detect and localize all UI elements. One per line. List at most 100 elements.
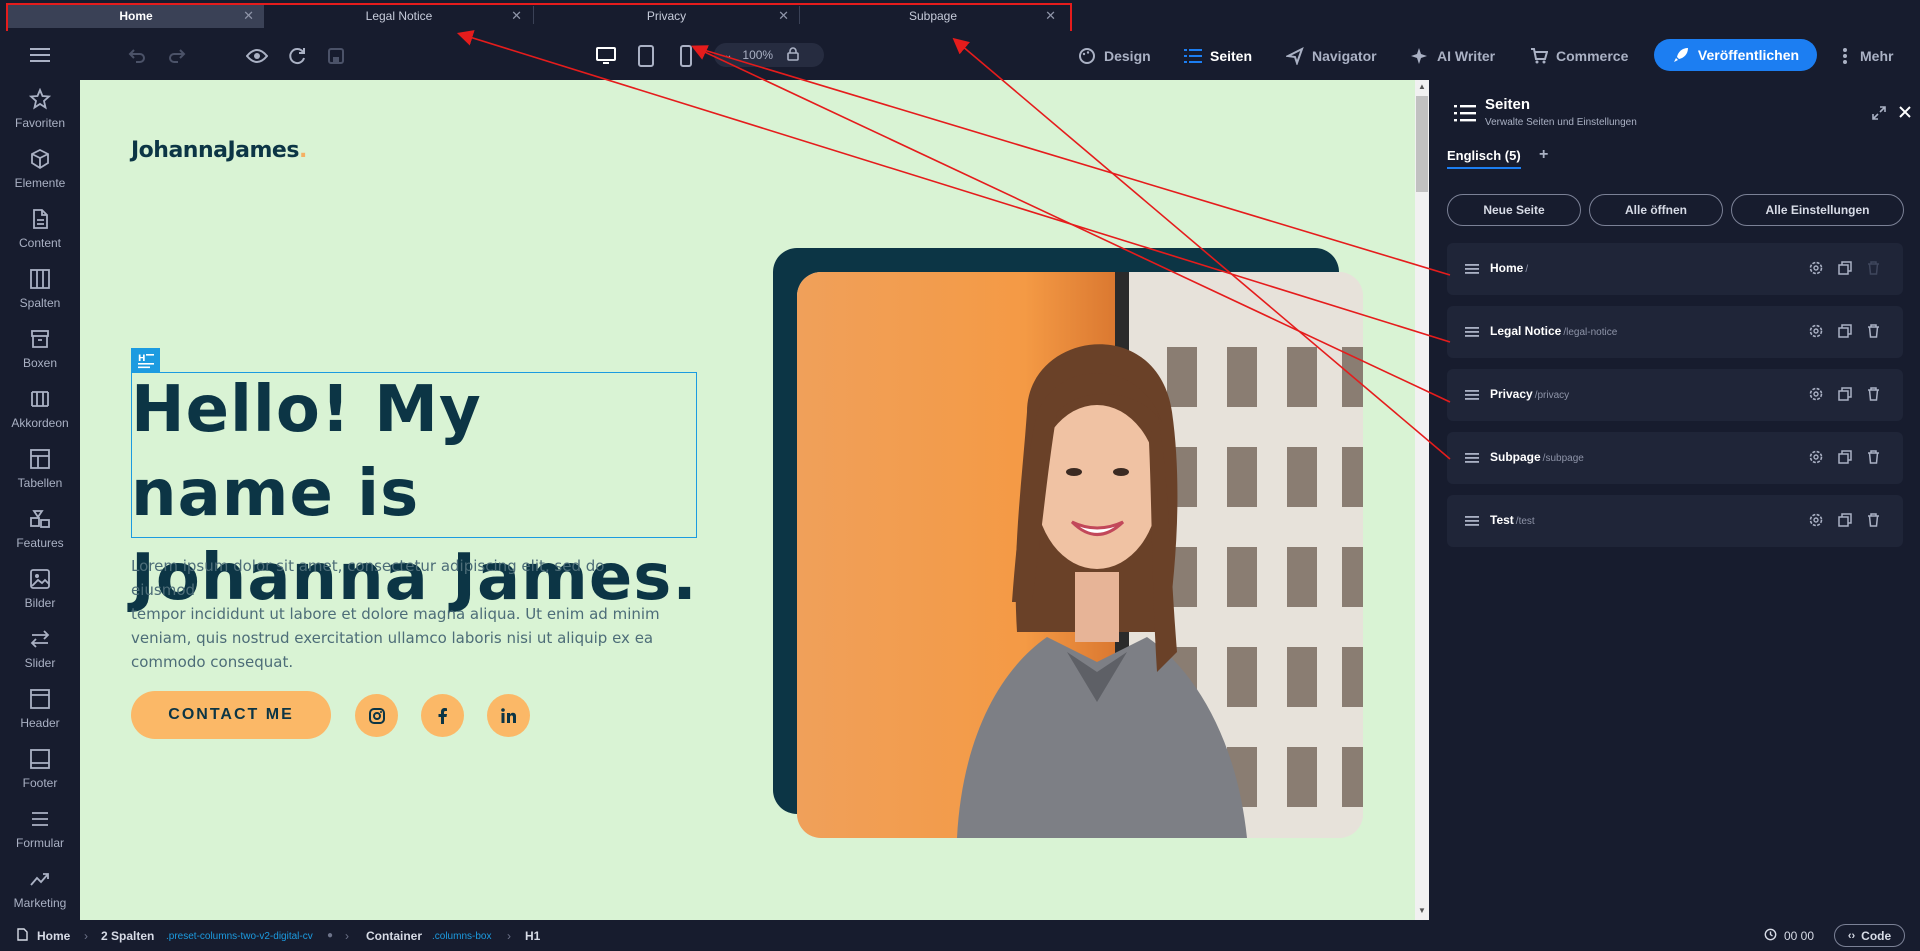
settings-gear-icon[interactable] xyxy=(1809,324,1823,343)
drag-handle-icon[interactable] xyxy=(1465,514,1479,532)
duplicate-icon[interactable] xyxy=(1838,387,1852,406)
canvas-scroll-thumb[interactable] xyxy=(1416,96,1428,192)
code-button[interactable]: ‹› Code xyxy=(1834,924,1905,947)
palette-icon xyxy=(1079,48,1095,64)
commerce-button[interactable]: Commerce xyxy=(1530,44,1628,68)
undo-icon[interactable] xyxy=(126,45,148,67)
settings-gear-icon[interactable] xyxy=(1809,450,1823,469)
seiten-button[interactable]: Seiten xyxy=(1184,44,1252,68)
page-row-legal-notice[interactable]: Legal Notice/legal-notice xyxy=(1447,306,1903,358)
breadcrumb-container[interactable]: Container xyxy=(366,929,422,943)
page-row-home[interactable]: Home / xyxy=(1447,243,1903,295)
page-row-subpage[interactable]: Subpage/subpage xyxy=(1447,432,1903,484)
redo-icon[interactable] xyxy=(166,45,188,67)
navigator-button[interactable]: Navigator xyxy=(1286,44,1377,68)
save-icon[interactable] xyxy=(325,45,347,67)
rocket-icon xyxy=(1673,48,1688,62)
contact-me-button[interactable]: CONTACT ME xyxy=(131,691,331,739)
design-button[interactable]: Design xyxy=(1078,44,1151,68)
breadcrumb-columns[interactable]: 2 Spalten xyxy=(101,929,154,943)
site-logo[interactable]: JohannaJames. xyxy=(131,138,307,163)
duplicate-icon[interactable] xyxy=(1838,324,1852,343)
trash-icon[interactable] xyxy=(1867,324,1880,343)
duplicate-icon[interactable] xyxy=(1838,261,1852,280)
page-name: Test/test xyxy=(1490,513,1535,527)
lock-icon[interactable] xyxy=(787,46,799,64)
sidebar-item-elemente[interactable]: Elemente xyxy=(0,148,80,208)
sidebar-item-content[interactable]: Content xyxy=(0,208,80,268)
publish-label: Veröffentlichen xyxy=(1697,47,1800,63)
page-row-test[interactable]: Test/test xyxy=(1447,495,1903,547)
sidebar-item-akkordeon[interactable]: Akkordeon xyxy=(0,388,80,448)
editor-canvas[interactable]: JohannaJames. H Hello! My name is Johann… xyxy=(80,80,1415,920)
add-language-icon[interactable]: + xyxy=(1539,146,1548,164)
drag-handle-icon[interactable] xyxy=(1465,325,1479,343)
page-name-text: Subpage xyxy=(1490,450,1541,464)
new-page-button[interactable]: Neue Seite xyxy=(1447,194,1581,226)
tablet-view-icon[interactable] xyxy=(634,44,658,68)
sidebar-item-header[interactable]: Header xyxy=(0,688,80,748)
duplicate-icon[interactable] xyxy=(1838,513,1852,532)
ai-writer-button[interactable]: AI Writer xyxy=(1411,44,1495,68)
button-label: Alle öffnen xyxy=(1625,203,1687,217)
footer-icon xyxy=(30,749,50,769)
timer-value: 00 00 xyxy=(1784,929,1815,943)
page-file-icon xyxy=(17,928,28,944)
drag-handle-icon[interactable] xyxy=(1465,388,1479,406)
scroll-up-arrow-icon[interactable]: ▲ xyxy=(1415,80,1429,94)
open-all-button[interactable]: Alle öffnen xyxy=(1589,194,1723,226)
refresh-icon[interactable] xyxy=(285,44,309,68)
settings-gear-icon[interactable] xyxy=(1809,387,1823,406)
page-row-privacy[interactable]: Privacy/privacy xyxy=(1447,369,1903,421)
publish-button[interactable]: Veröffentlichen xyxy=(1654,39,1817,71)
desktop-view-icon[interactable] xyxy=(594,44,618,68)
sidebar-item-bilder[interactable]: Bilder xyxy=(0,568,80,628)
sidebar-item-formular[interactable]: Formular xyxy=(0,808,80,868)
mobile-view-icon[interactable] xyxy=(674,44,698,68)
trash-icon[interactable] xyxy=(1867,513,1880,532)
sidebar-item-footer[interactable]: Footer xyxy=(0,748,80,808)
expand-icon[interactable] xyxy=(1872,106,1886,125)
commerce-label: Commerce xyxy=(1556,48,1629,64)
sidebar-item-boxen[interactable]: Boxen xyxy=(0,328,80,388)
drag-handle-icon[interactable] xyxy=(1465,262,1479,280)
more-button[interactable]: Mehr xyxy=(1842,44,1893,68)
canvas-scrollbar[interactable] xyxy=(1415,80,1429,920)
sidebar-item-tabellen[interactable]: Tabellen xyxy=(0,448,80,508)
cart-icon xyxy=(1531,48,1548,64)
sidebar-item-marketing[interactable]: Marketing xyxy=(0,868,80,928)
clock-icon xyxy=(1764,928,1777,944)
hero-paragraph[interactable]: Lorem ipsum dolor sit amet, consectetur … xyxy=(131,554,671,674)
hamburger-menu-icon[interactable] xyxy=(28,45,52,65)
page-tabs-bar: Home ✕ Legal Notice ✕ Privacy ✕ Subpage … xyxy=(0,0,1920,33)
preview-eye-icon[interactable] xyxy=(245,45,269,67)
sidebar-item-favoriten[interactable]: Favoriten xyxy=(0,88,80,148)
sidebar-item-slider[interactable]: Slider xyxy=(0,628,80,688)
settings-gear-icon[interactable] xyxy=(1809,513,1823,532)
zoom-control[interactable]: ⌄ 100% xyxy=(714,43,824,67)
sidebar-item-spalten[interactable]: Spalten xyxy=(0,268,80,328)
button-label: Alle Einstellungen xyxy=(1765,203,1870,217)
palette-small-icon: ● xyxy=(327,930,334,941)
language-tab-english[interactable]: Englisch (5) xyxy=(1447,148,1521,169)
duplicate-icon[interactable] xyxy=(1838,450,1852,469)
paragraph-line: tempor incididunt ut labore et dolore ma… xyxy=(131,605,660,623)
facebook-icon[interactable] xyxy=(421,694,464,737)
sidebar-item-features[interactable]: Features xyxy=(0,508,80,568)
breadcrumb-h1[interactable]: H1 xyxy=(525,929,540,943)
instagram-icon[interactable] xyxy=(355,694,398,737)
portrait-photo[interactable] xyxy=(797,272,1363,838)
trash-icon[interactable] xyxy=(1867,450,1880,469)
close-panel-icon[interactable] xyxy=(1898,105,1912,124)
linkedin-icon[interactable] xyxy=(487,694,530,737)
breadcrumb-separator-icon: › xyxy=(507,929,511,943)
navigator-icon xyxy=(1286,47,1304,65)
box-icon xyxy=(31,330,49,348)
breadcrumb-home[interactable]: Home xyxy=(37,929,70,943)
all-settings-button[interactable]: Alle Einstellungen xyxy=(1731,194,1904,226)
sidebar-item-label: Tabellen xyxy=(17,476,63,490)
drag-handle-icon[interactable] xyxy=(1465,451,1479,469)
settings-gear-icon[interactable] xyxy=(1809,261,1823,280)
trash-icon[interactable] xyxy=(1867,387,1880,406)
scroll-down-arrow-icon[interactable]: ▼ xyxy=(1415,904,1429,918)
